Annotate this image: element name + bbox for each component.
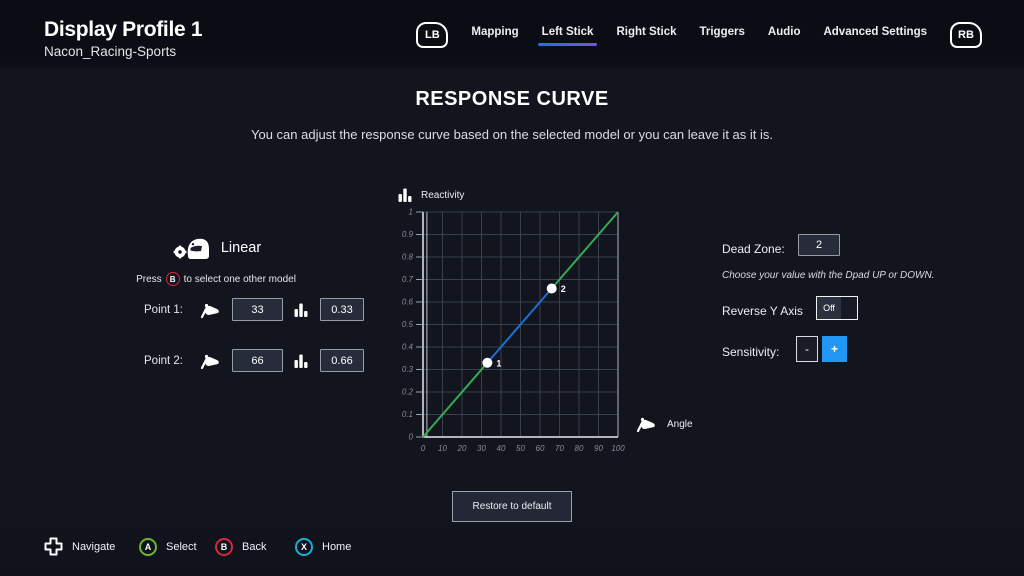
footer-select-label: Select — [166, 541, 197, 553]
svg-text:70: 70 — [555, 444, 564, 453]
svg-text:2: 2 — [561, 284, 566, 294]
svg-text:1: 1 — [496, 358, 501, 368]
tab-mapping[interactable]: Mapping — [471, 26, 518, 44]
tab-audio[interactable]: Audio — [768, 26, 801, 44]
footer-back-label: Back — [242, 541, 266, 553]
reactivity-bars-icon — [398, 188, 413, 202]
reverse-y-axis-label: Reverse Y Axis — [722, 304, 803, 318]
pedal-angle-icon — [635, 414, 657, 434]
reverse-y-axis-toggle[interactable]: Off — [816, 296, 858, 320]
svg-text:0.9: 0.9 — [402, 230, 414, 239]
page-title: RESPONSE CURVE — [0, 88, 1024, 111]
svg-text:0.7: 0.7 — [402, 275, 414, 284]
tab-advanced-settings[interactable]: Advanced Settings — [823, 26, 927, 44]
footer-home-label: Home — [322, 541, 351, 553]
profile-title: Display Profile 1 — [44, 18, 202, 42]
reactivity-bars-icon — [294, 354, 309, 368]
toggle-state-label: Off — [817, 297, 841, 319]
x-axis-label: Angle — [635, 414, 693, 434]
pedal-angle-icon — [199, 300, 221, 320]
pedal-angle-icon — [199, 351, 221, 371]
svg-text:0.3: 0.3 — [402, 365, 414, 374]
b-button-icon: B — [166, 272, 180, 286]
curve-model-block: Linear Press B to select one other model — [91, 228, 341, 286]
hint-suffix: to select one other model — [184, 274, 296, 285]
sensitivity-label: Sensitivity: — [722, 345, 779, 359]
profile-header: Display Profile 1 Nacon_Racing-Sports — [44, 18, 202, 59]
svg-text:0.4: 0.4 — [402, 343, 414, 352]
svg-text:30: 30 — [477, 444, 486, 453]
a-button-icon: A — [139, 538, 157, 556]
racing-helmet-icon — [171, 232, 211, 264]
point-1-angle-input[interactable] — [232, 298, 283, 321]
point-2-reactivity-input[interactable] — [320, 349, 364, 372]
page-description: You can adjust the response curve based … — [0, 127, 1024, 142]
svg-text:50: 50 — [516, 444, 525, 453]
footer-select: A Select — [139, 538, 197, 556]
sensitivity-decrease-button[interactable]: - — [796, 336, 818, 362]
reactivity-bars-icon — [294, 303, 309, 317]
point-2-angle-input[interactable] — [232, 349, 283, 372]
dead-zone-label: Dead Zone: — [722, 242, 785, 256]
svg-text:80: 80 — [575, 444, 584, 453]
profile-subtitle: Nacon_Racing-Sports — [44, 44, 202, 59]
tab-left-stick[interactable]: Left Stick — [542, 26, 594, 44]
sensitivity-increase-button[interactable]: + — [822, 336, 847, 362]
svg-text:10: 10 — [438, 444, 447, 453]
svg-text:100: 100 — [611, 444, 625, 453]
top-navigation: LB Mapping Left Stick Right Stick Trigge… — [416, 22, 982, 48]
response-curve-chart: Reactivity 0 0.1 0.2 0.3 0.4 0.5 0.6 0.7 0.8 0.9 1… — [398, 184, 708, 456]
restore-default-button[interactable]: Restore to default — [452, 491, 572, 522]
dpad-icon — [44, 537, 63, 556]
svg-text:20: 20 — [457, 444, 467, 453]
lb-bumper-icon[interactable]: LB — [416, 22, 448, 48]
svg-text:90: 90 — [594, 444, 603, 453]
footer-back: B Back — [215, 538, 266, 556]
svg-text:0.1: 0.1 — [402, 410, 413, 419]
svg-text:0.8: 0.8 — [402, 253, 414, 262]
svg-text:0: 0 — [421, 444, 426, 453]
x-button-icon: X — [295, 538, 313, 556]
point-2-label: Point 2: — [144, 355, 188, 367]
footer-navigate: Navigate — [44, 537, 115, 556]
dead-zone-input[interactable] — [798, 234, 840, 256]
svg-text:40: 40 — [497, 444, 506, 453]
svg-text:0: 0 — [409, 433, 414, 442]
x-axis-label-text: Angle — [667, 419, 693, 430]
svg-text:0.2: 0.2 — [402, 388, 414, 397]
b-button-icon: B — [215, 538, 233, 556]
point-1-label: Point 1: — [144, 304, 188, 316]
rb-bumper-icon[interactable]: RB — [950, 22, 982, 48]
svg-text:0.6: 0.6 — [402, 298, 414, 307]
footer-home: X Home — [295, 538, 351, 556]
svg-text:60: 60 — [536, 444, 545, 453]
hint-prefix: Press — [136, 274, 162, 285]
footer-navigate-label: Navigate — [72, 541, 115, 553]
svg-text:1: 1 — [409, 208, 413, 217]
y-axis-label-text: Reactivity — [421, 190, 464, 201]
tab-triggers[interactable]: Triggers — [700, 26, 745, 44]
point-2-row: Point 2: — [144, 349, 364, 372]
dead-zone-hint: Choose your value with the Dpad UP or DO… — [722, 270, 935, 281]
tab-right-stick[interactable]: Right Stick — [616, 26, 676, 44]
curve-model-name: Linear — [221, 240, 261, 256]
svg-text:0.5: 0.5 — [402, 320, 414, 329]
point-1-row: Point 1: — [144, 298, 364, 321]
model-switch-hint: Press B to select one other model — [91, 272, 341, 286]
y-axis-label: Reactivity — [398, 188, 464, 202]
point-1-reactivity-input[interactable] — [320, 298, 364, 321]
